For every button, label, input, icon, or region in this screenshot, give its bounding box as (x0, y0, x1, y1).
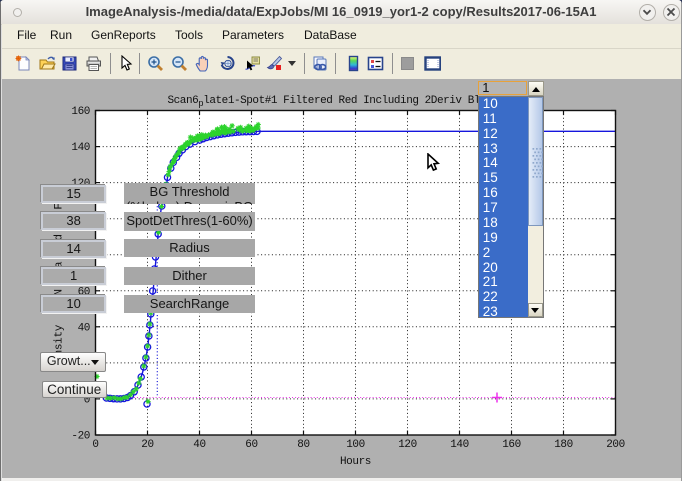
svg-text:120: 120 (398, 439, 417, 451)
svg-text:20: 20 (141, 439, 153, 451)
svg-text:180: 180 (554, 439, 573, 451)
svg-text:60: 60 (245, 439, 257, 451)
svg-text:160: 160 (502, 439, 521, 451)
svg-text:160: 160 (71, 106, 90, 118)
svg-text:80: 80 (297, 439, 309, 451)
svg-text:140: 140 (450, 439, 469, 451)
svg-text:-20: -20 (71, 431, 90, 443)
svg-text:100: 100 (346, 439, 365, 451)
svg-text:200: 200 (606, 439, 625, 451)
svg-text:0: 0 (92, 439, 98, 451)
svg-text:F: F (54, 203, 66, 209)
svg-text:Hours: Hours (340, 456, 371, 468)
svg-text:40: 40 (193, 439, 205, 451)
svg-text:140: 140 (71, 142, 90, 154)
svg-text:Scan6plate1-Spot#1 Filtered Re: Scan6plate1-Spot#1 Filtered Red Includin… (168, 95, 493, 109)
svg-text:40: 40 (78, 322, 90, 334)
